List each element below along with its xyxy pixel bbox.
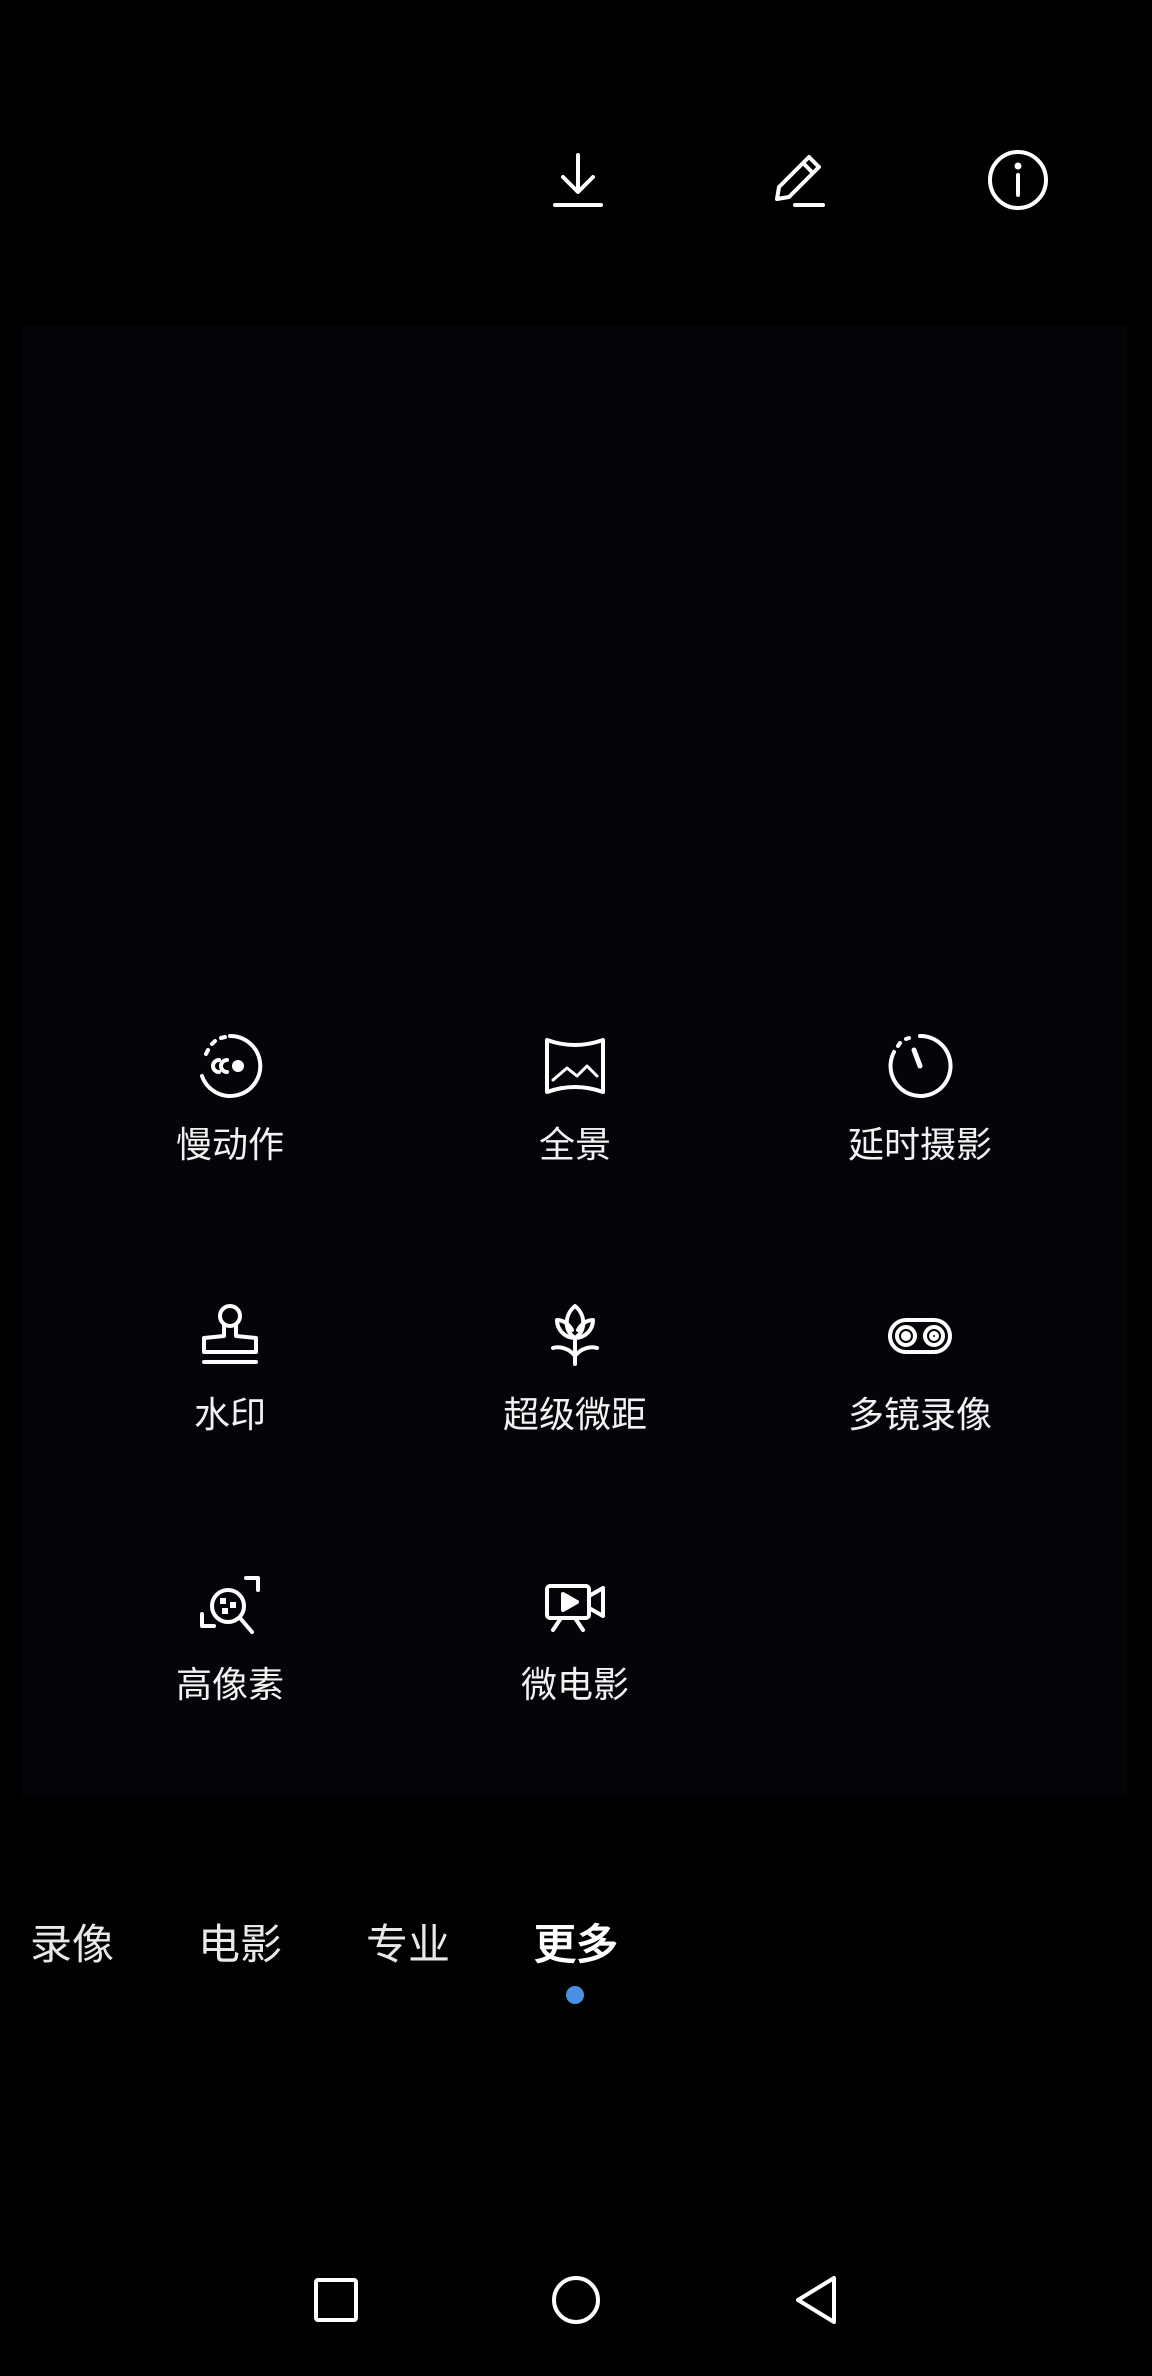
top-toolbar [0,0,1152,330]
mode-watermark[interactable]: 水印 [80,1300,380,1490]
watermark-stamp-icon [194,1300,266,1372]
home-circle-icon [552,2276,600,2324]
high-resolution-icon [194,1570,266,1642]
tab-movie[interactable]: 电影 [198,1910,282,1980]
mode-slow-motion[interactable]: 慢动作 [80,1030,380,1220]
info-button[interactable] [973,135,1063,225]
mode-multi-lens-video[interactable]: 多镜录像 [770,1300,1070,1490]
mode-label: 慢动作 [175,1125,284,1166]
active-tab-indicator [566,1986,584,2004]
mode-label: 多镜录像 [847,1395,992,1436]
tab-more[interactable]: 更多 [534,1910,618,1980]
mode-label: 水印 [193,1395,266,1436]
edit-button[interactable] [753,135,843,225]
mode-panorama[interactable]: 全景 [425,1030,725,1220]
info-icon [988,150,1048,210]
slow-motion-icon [194,1030,266,1102]
recent-apps-square-icon [314,2278,358,2322]
micro-movie-icon [539,1570,611,1642]
panorama-icon [539,1030,611,1102]
time-lapse-icon [884,1030,956,1102]
tab-pro[interactable]: 专业 [366,1910,450,1980]
mode-super-macro[interactable]: 超级微距 [425,1300,725,1490]
download-button[interactable] [533,135,623,225]
edit-icon [775,155,825,207]
mode-time-lapse[interactable]: 延时摄影 [770,1030,1070,1220]
mode-label: 全景 [538,1125,611,1166]
system-navigation-bar [0,2260,1152,2376]
back-triangle-icon [796,2276,836,2324]
mode-label: 微电影 [520,1665,629,1706]
mode-label: 延时摄影 [847,1125,992,1166]
super-macro-flower-icon [539,1300,611,1372]
multi-lens-video-icon [884,1300,956,1372]
download-icon [553,153,603,207]
mode-label: 高像素 [175,1665,284,1706]
back-button[interactable] [776,2260,856,2340]
camera-mode-tabs: 录像 电影 专业 更多 [0,1910,1152,2004]
recent-apps-button[interactable] [296,2260,376,2340]
home-button[interactable] [536,2260,616,2340]
mode-label: 超级微距 [502,1395,647,1436]
mode-micro-movie[interactable]: 微电影 [425,1570,725,1760]
tab-video[interactable]: 录像 [30,1910,114,1980]
mode-high-resolution[interactable]: 高像素 [80,1570,380,1760]
